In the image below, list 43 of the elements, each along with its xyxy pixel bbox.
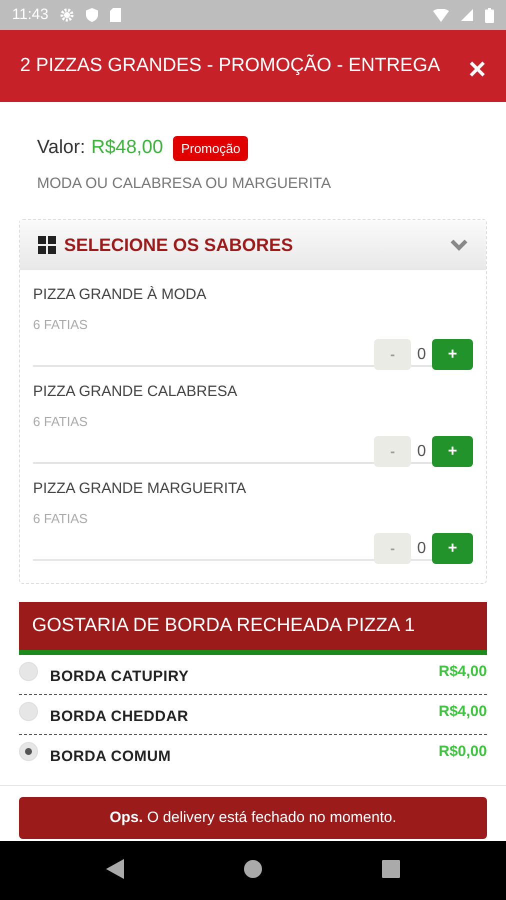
recents-icon[interactable] <box>382 860 400 878</box>
flavors-title: SELECIONE OS SABORES <box>64 234 294 256</box>
flavor-name: PIZZA GRANDE CALABRESA <box>33 382 238 402</box>
crust-option-name: BORDA COMUM <box>50 747 172 767</box>
flavor-detail: 6 FATIAS <box>33 510 89 528</box>
radio-button[interactable] <box>19 702 38 721</box>
crust-option-price: R$4,00 <box>438 662 487 682</box>
crust-option-price: R$0,00 <box>438 742 487 762</box>
sd-card-icon <box>110 8 122 22</box>
quantity-value: 0 <box>417 344 426 364</box>
increase-button[interactable]: + <box>432 436 473 467</box>
grid-icon <box>38 236 56 254</box>
radio-button[interactable] <box>19 662 38 681</box>
flavor-detail: 6 FATIAS <box>33 316 89 334</box>
chevron-down-icon <box>450 239 468 251</box>
flavor-detail: 6 FATIAS <box>33 412 89 430</box>
closed-alert: Ops. O delivery está fechado no momento. <box>19 797 487 839</box>
promo-badge: Promoção <box>173 136 248 161</box>
crust-title: GOSTARIA DE BORDA RECHEADA PIZZA 1 <box>32 614 415 638</box>
home-icon[interactable] <box>244 860 262 878</box>
shield-icon <box>86 8 98 22</box>
status-time: 11:43 <box>12 4 48 25</box>
crust-option-price: R$4,00 <box>438 702 487 722</box>
close-button[interactable]: × <box>468 55 486 85</box>
back-icon[interactable] <box>106 858 124 878</box>
quantity-value: 0 <box>417 442 426 462</box>
signal-icon <box>461 9 473 21</box>
wifi-icon <box>433 8 449 22</box>
product-description: MODA OU CALABRESA OU MARGUERITA <box>37 174 332 194</box>
crust-option-name: BORDA CHEDDAR <box>50 707 190 727</box>
crust-option-name: BORDA CATUPIRY <box>50 667 190 687</box>
increase-button[interactable]: + <box>432 533 473 564</box>
quantity-value: 0 <box>417 538 426 558</box>
gear-icon <box>60 8 74 22</box>
increase-button[interactable]: + <box>432 339 473 370</box>
price-value: R$48,00 <box>91 136 164 160</box>
header-title: 2 PIZZAS GRANDES - PROMOÇÃO - ENTREGA <box>20 53 442 78</box>
battery-icon <box>485 8 494 22</box>
flavor-name: PIZZA GRANDE MARGUERITA <box>33 479 248 499</box>
flavors-header[interactable]: SELECIONE OS SABORES <box>20 220 486 270</box>
price-label: Valor: <box>37 136 86 160</box>
radio-button[interactable] <box>19 742 38 761</box>
flavor-name: PIZZA GRANDE À MODA <box>33 285 208 305</box>
